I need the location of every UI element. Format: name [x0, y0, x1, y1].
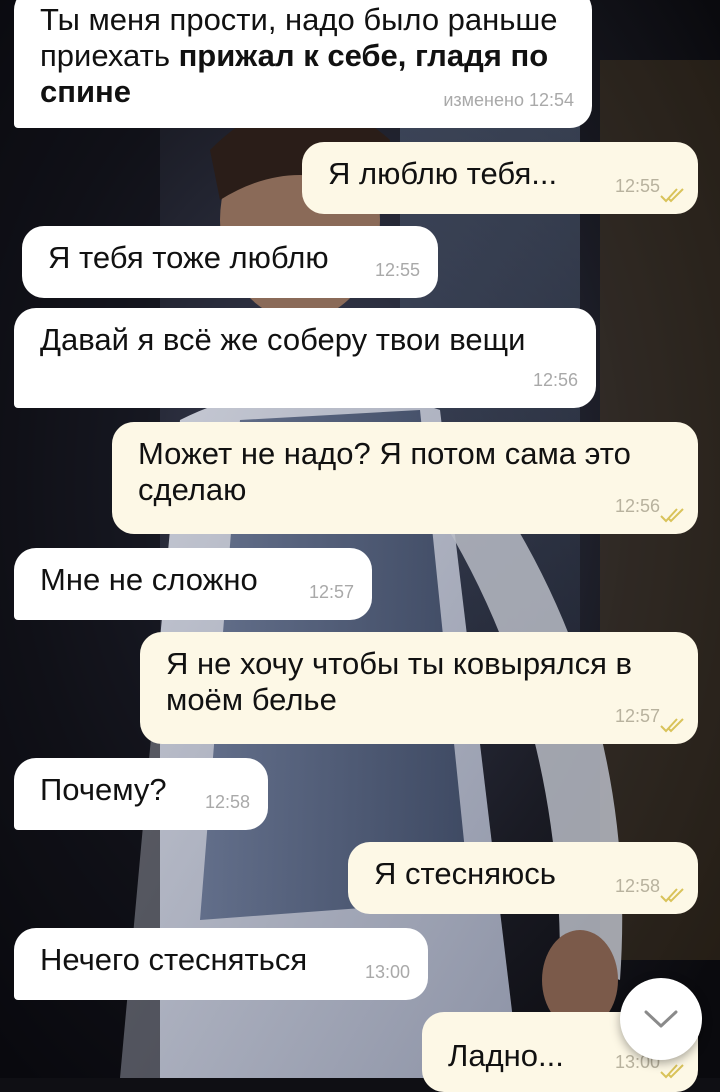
- message-time: 12:57: [308, 582, 354, 602]
- double-check-icon: [660, 888, 684, 903]
- double-check-icon: [660, 1064, 684, 1079]
- message-time: 12:56: [614, 496, 660, 516]
- message-text: Может не надо? Я потом сама это сделаю: [138, 436, 631, 507]
- message-time: 12:57: [614, 706, 660, 726]
- message-time: 12:55: [614, 176, 660, 196]
- message-bubble-incoming[interactable]: Мне не сложно 12:57: [14, 548, 372, 620]
- message-time: 12:55: [374, 260, 420, 280]
- scroll-to-bottom-button[interactable]: [620, 978, 702, 1060]
- message-time: изменено 12:54: [443, 90, 574, 110]
- double-check-icon: [660, 188, 684, 203]
- message-time: 12:58: [614, 876, 660, 896]
- message-text: Я тебя тоже люблю: [48, 240, 329, 275]
- message-bubble-outgoing[interactable]: Я стесняюсь 12:58: [348, 842, 698, 914]
- message-text: Давай я всё же соберу твои вещи: [40, 322, 526, 357]
- chevron-down-icon: [644, 1010, 678, 1028]
- message-bubble-outgoing[interactable]: Я люблю тебя... 12:55: [302, 142, 698, 214]
- message-text: Я не хочу чтобы ты ковырялся в моём бель…: [166, 646, 632, 717]
- double-check-icon: [660, 718, 684, 733]
- message-time: 12:56: [532, 370, 578, 390]
- message-bubble-incoming[interactable]: Ты меня прости, надо было раньше приехат…: [14, 0, 592, 128]
- message-time: 12:58: [204, 792, 250, 812]
- message-text: Нечего стесняться: [40, 942, 308, 977]
- message-bubble-incoming[interactable]: Нечего стесняться 13:00: [14, 928, 428, 1000]
- message-bubble-incoming[interactable]: Давай я всё же соберу твои вещи 12:56: [14, 308, 596, 408]
- message-bubble-outgoing[interactable]: Может не надо? Я потом сама это сделаю 1…: [112, 422, 698, 534]
- message-bubble-incoming[interactable]: Почему? 12:58: [14, 758, 268, 830]
- double-check-icon: [660, 508, 684, 523]
- message-bubble-outgoing[interactable]: Я не хочу чтобы ты ковырялся в моём бель…: [140, 632, 698, 744]
- message-time: 13:00: [364, 962, 410, 982]
- message-bubble-incoming[interactable]: Я тебя тоже люблю 12:55: [22, 226, 438, 298]
- message-list[interactable]: Ты меня прости, надо было раньше приехат…: [0, 0, 720, 1092]
- message-text: Мне не сложно: [40, 562, 258, 597]
